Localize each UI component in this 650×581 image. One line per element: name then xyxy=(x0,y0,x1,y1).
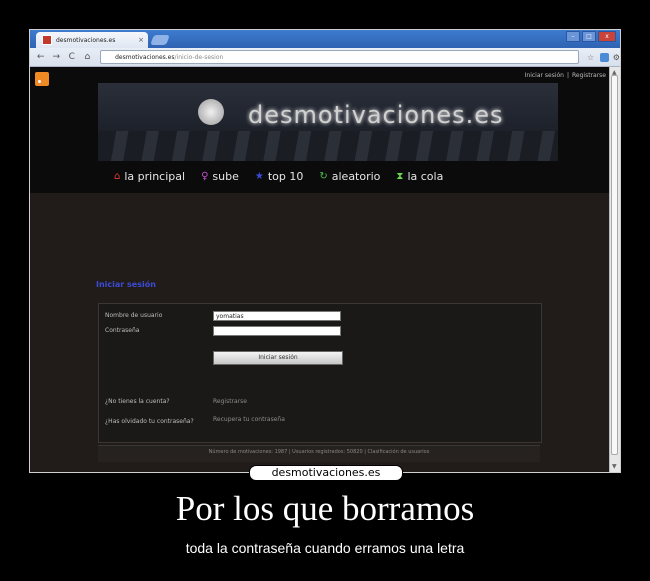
forgot-password-label: ¿Has olvidado tu contraseña? xyxy=(105,418,194,425)
password-label: Contraseña xyxy=(105,327,140,334)
extension-icon[interactable] xyxy=(600,52,609,62)
scrollbar-thumb[interactable] xyxy=(611,75,618,455)
recover-password-link[interactable]: Recupera tu contraseña xyxy=(213,416,285,423)
upload-person-icon: ♀ xyxy=(201,171,209,182)
watermark-logo: desmotivaciones.es xyxy=(249,465,403,481)
browser-window: desmotivaciones.es × – □ x ← → C ⌂ desmo… xyxy=(29,29,621,473)
poster-title: Por los que borramos xyxy=(175,489,475,528)
star-icon: ★ xyxy=(254,171,264,182)
nav-item-cola[interactable]: ⧗ la cola xyxy=(396,170,443,183)
reload-icon[interactable]: C xyxy=(67,52,77,62)
forward-arrow-icon[interactable]: → xyxy=(52,52,62,62)
home-icon: ⌂ xyxy=(114,171,121,182)
site-favicon-icon xyxy=(42,35,52,45)
password-input[interactable] xyxy=(213,326,341,336)
auth-links: Iniciar sesión | Registrarse xyxy=(525,72,606,79)
web-page: Iniciar sesión | Registrarse desmotivacion… xyxy=(30,67,610,472)
nav-item-principal[interactable]: ⌂ la principal xyxy=(114,170,185,183)
auth-separator: | xyxy=(566,72,570,79)
wrench-icon[interactable]: ⚙ xyxy=(613,53,620,62)
browser-tab[interactable]: desmotivaciones.es × xyxy=(36,32,148,48)
rss-icon[interactable] xyxy=(35,72,49,86)
nav-label: la cola xyxy=(407,170,444,183)
register-link[interactable]: Registrarse xyxy=(572,72,606,79)
window-controls: – □ x xyxy=(566,31,616,42)
rooftops-illustration xyxy=(98,131,558,161)
username-label: Nombre de usuario xyxy=(105,312,163,319)
close-window-button[interactable]: x xyxy=(598,31,616,42)
username-input[interactable]: yomatias xyxy=(213,311,341,321)
minimize-button[interactable]: – xyxy=(566,31,580,42)
login-button[interactable]: Iniciar sesión xyxy=(213,351,343,365)
nav-label: aleatorio xyxy=(331,170,381,183)
site-banner[interactable]: desmotivaciones.es xyxy=(98,83,558,161)
nav-item-aleatorio[interactable]: ↻ aleatorio xyxy=(319,170,380,183)
site-header: Iniciar sesión | Registrarse desmotivacion… xyxy=(30,67,610,193)
address-bar[interactable]: desmotivaciones.es /inicio-de-sesion xyxy=(100,50,580,64)
tab-close-icon[interactable]: × xyxy=(138,36,144,44)
tab-strip: desmotivaciones.es × – □ x xyxy=(30,30,620,48)
poster-subtitle: toda la contraseña cuando erramos una le… xyxy=(185,540,465,556)
no-account-label: ¿No tienes la cuenta? xyxy=(105,398,170,405)
bookmark-star-icon[interactable]: ☆ xyxy=(587,53,594,62)
vertical-scrollbar[interactable]: ▲ ▼ xyxy=(609,67,620,472)
main-nav: ⌂ la principal ♀ sube ★ top 10 ↻ aleator… xyxy=(114,170,443,183)
register-link-form[interactable]: Registrarse xyxy=(213,398,247,405)
login-link[interactable]: Iniciar sesión xyxy=(525,72,564,79)
maximize-button[interactable]: □ xyxy=(582,31,596,42)
moon-icon xyxy=(198,99,224,125)
tab-title: desmotivaciones.es xyxy=(56,36,116,44)
nav-item-sube[interactable]: ♀ sube xyxy=(201,170,239,183)
hourglass-icon: ⧗ xyxy=(396,171,404,182)
login-heading: Iniciar sesión xyxy=(96,280,156,289)
site-stats-footer: Número de motivaciones: 1987 | Usuarios … xyxy=(98,445,540,462)
nav-item-top10[interactable]: ★ top 10 xyxy=(255,170,304,183)
url-host: desmotivaciones.es xyxy=(115,53,175,61)
site-logo: desmotivaciones.es xyxy=(248,101,504,129)
nav-label: sube xyxy=(212,170,239,183)
shuffle-icon: ↻ xyxy=(319,171,328,182)
nav-label: top 10 xyxy=(267,170,304,183)
url-path: /inicio-de-sesion xyxy=(174,53,224,61)
home-icon[interactable]: ⌂ xyxy=(83,52,93,62)
scroll-down-icon[interactable]: ▼ xyxy=(612,463,617,470)
back-arrow-icon[interactable]: ← xyxy=(36,52,46,62)
login-panel: Nombre de usuario yomatias Contraseña In… xyxy=(98,303,542,443)
browser-toolbar: ← → C ⌂ desmotivaciones.es /inicio-de-se… xyxy=(30,48,620,67)
new-tab-button[interactable] xyxy=(150,35,170,45)
nav-label: la principal xyxy=(124,170,186,183)
